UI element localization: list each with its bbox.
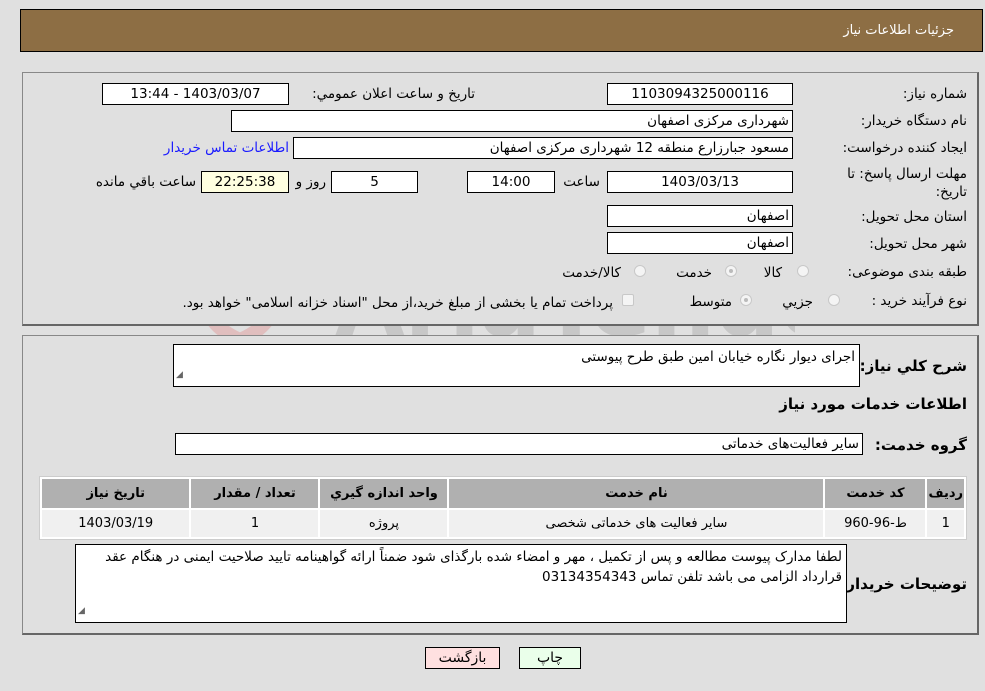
- deadline-date-field: 1403/03/13: [607, 171, 793, 193]
- cell-row-number: 1: [927, 510, 964, 537]
- cell-service-name: سایر فعالیت های خدماتی شخصی: [449, 510, 824, 537]
- requester-label: ایجاد کننده درخواست:: [842, 140, 967, 156]
- col-date-header: تاريخ نياز: [42, 479, 190, 508]
- province-field: اصفهان: [607, 205, 793, 227]
- col-name-header: نام خدمت: [449, 479, 824, 508]
- cell-service-code: ط-96-960: [825, 510, 926, 537]
- category-option-goods: کالا: [763, 265, 782, 281]
- time-remaining-label: ساعت باقي مانده: [95, 174, 196, 190]
- treasury-checkbox[interactable]: [622, 294, 634, 306]
- days-remaining-field: 5: [331, 171, 418, 193]
- service-group-label: گروه خدمت:: [874, 436, 967, 454]
- days-label: روز و: [295, 174, 326, 190]
- time-remaining-field: 22:25:38: [201, 171, 289, 193]
- buyer-notes-label: توضيحات خريدار:: [840, 575, 967, 593]
- cell-need-date: 1403/03/19: [42, 510, 190, 537]
- buyer-notes-textarea[interactable]: لطفا مدارک پیوست مطالعه و پس از تکمیل ، …: [75, 544, 847, 623]
- page-header: جزئیات اطلاعات نیاز: [20, 9, 983, 52]
- need-number-field: 1103094325000116: [607, 83, 793, 105]
- service-group-field: سایر فعالیت‌های خدماتی: [175, 433, 863, 455]
- col-code-header: کد خدمت: [825, 479, 926, 508]
- province-label: استان محل تحویل:: [861, 209, 967, 225]
- purchase-type-label: نوع فرآیند خرید :: [871, 293, 967, 309]
- requester-field: مسعود جبارزارع منطقه 12 شهرداری مرکزی اص…: [293, 137, 793, 159]
- treasury-note: پرداخت تمام یا بخشی از مبلغ خرید،از محل …: [182, 295, 613, 311]
- buyer-contact-link[interactable]: اطلاعات تماس خريدار: [164, 140, 289, 156]
- resize-grip-icon[interactable]: ◢: [78, 601, 85, 621]
- announce-datetime-label: تاریخ و ساعت اعلان عمومي:: [312, 86, 475, 102]
- need-number-label: شماره نیاز:: [902, 86, 967, 102]
- category-radio-goods[interactable]: [797, 265, 809, 277]
- category-option-service: خدمت: [676, 265, 712, 281]
- cell-quantity: 1: [191, 510, 319, 537]
- deadline-label: مهلت ارسال پاسخ: تا تاریخ:: [847, 166, 967, 200]
- col-row-header: رديف: [927, 479, 964, 508]
- purchase-radio-medium[interactable]: [740, 294, 752, 306]
- summary-text: اجرای دیوار نگاره خیابان امین طبق طرح پی…: [581, 349, 855, 365]
- category-option-goods-service: کالا/خدمت: [562, 265, 621, 281]
- city-label: شهر محل تحویل:: [869, 236, 967, 252]
- page-title: جزئیات اطلاعات نیاز: [843, 23, 954, 38]
- purchase-option-medium: متوسط: [689, 294, 732, 310]
- category-radio-goods-service[interactable]: [634, 265, 646, 277]
- summary-textarea[interactable]: اجرای دیوار نگاره خیابان امین طبق طرح پی…: [173, 344, 860, 387]
- deadline-time-label: ساعت: [563, 174, 600, 190]
- services-table: رديف کد خدمت نام خدمت واحد اندازه گيري ت…: [39, 476, 967, 540]
- summary-label: شرح کلي نياز:: [859, 357, 967, 375]
- deadline-time-field: 14:00: [467, 171, 555, 193]
- category-radio-service[interactable]: [725, 265, 737, 277]
- buyer-org-field: شهرداری مرکزی اصفهان: [231, 110, 793, 132]
- purchase-radio-minor[interactable]: [828, 294, 840, 306]
- resize-grip-icon[interactable]: ◢: [176, 365, 183, 385]
- print-button[interactable]: چاپ: [519, 647, 581, 669]
- buyer-notes-text: لطفا مدارک پیوست مطالعه و پس از تکمیل ، …: [105, 549, 842, 585]
- cell-unit: پروژه: [320, 510, 448, 537]
- table-row: 1 ط-96-960 سایر فعالیت های خدماتی شخصی پ…: [42, 510, 964, 537]
- col-qty-header: تعداد / مقدار: [191, 479, 319, 508]
- category-label: طبقه بندی موضوعی:: [847, 264, 967, 280]
- city-field: اصفهان: [607, 232, 793, 254]
- services-section-title: اطلاعات خدمات مورد نياز: [779, 395, 967, 413]
- table-header-row: رديف کد خدمت نام خدمت واحد اندازه گيري ت…: [42, 479, 964, 508]
- col-unit-header: واحد اندازه گيري: [320, 479, 448, 508]
- announce-datetime-field: 1403/03/07 - 13:44: [102, 83, 289, 105]
- purchase-option-minor: جزيي: [782, 294, 813, 310]
- buyer-org-label: نام دستگاه خريدار:: [860, 113, 967, 129]
- back-button[interactable]: بازگشت: [425, 647, 500, 669]
